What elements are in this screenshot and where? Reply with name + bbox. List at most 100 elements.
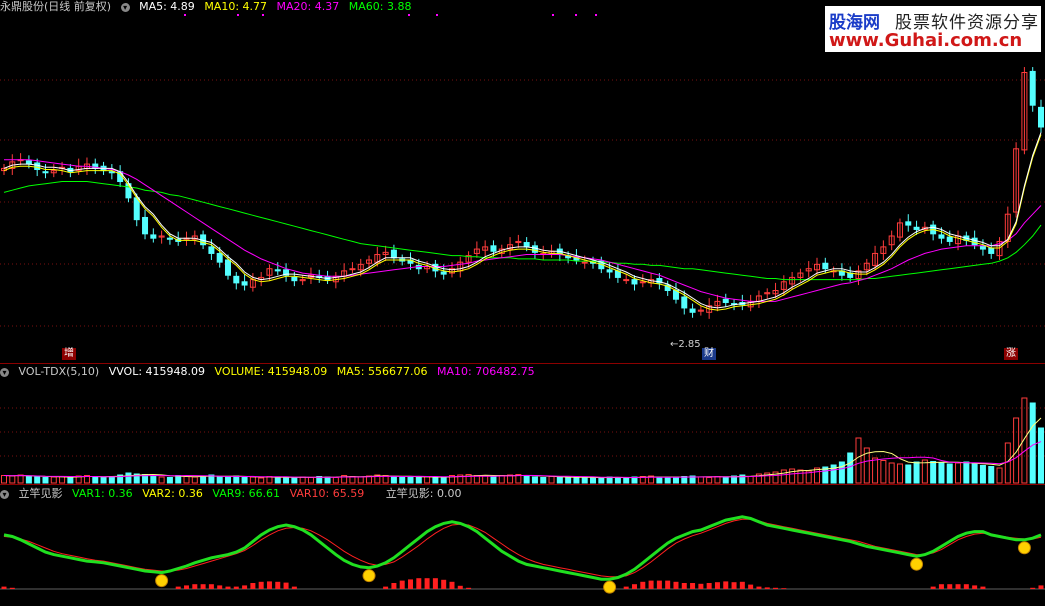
- smiley-icon: [155, 574, 169, 588]
- candle-body: [681, 296, 688, 309]
- volume-bar: [747, 476, 754, 484]
- signal-bar: [648, 580, 654, 589]
- volume-bar: [258, 477, 265, 484]
- smiley-icon: [603, 580, 617, 594]
- ma60-line: [3, 181, 1042, 281]
- volume-bar: [17, 474, 24, 484]
- signal-bar: [383, 586, 389, 589]
- signal-dot: [595, 14, 597, 16]
- volume-bar: [888, 462, 895, 484]
- smiley-icon: [362, 569, 376, 583]
- candle-body: [979, 245, 986, 250]
- price-pane[interactable]: 永鼎股份(日线 前复权) ▾ MA5: 4.89 MA10: 4.77 MA20…: [0, 0, 1045, 363]
- candle-body: [523, 242, 530, 248]
- signal-dot: [262, 14, 264, 16]
- signal-bar: [723, 581, 729, 589]
- volume-bar: [581, 476, 588, 484]
- signal-bar: [673, 581, 679, 589]
- signal-dot: [575, 14, 577, 16]
- volume-bar: [158, 476, 165, 484]
- logo-url: www.Guhai.com.cn: [829, 30, 1023, 51]
- signal-bar: [225, 586, 231, 589]
- signal-bar: [208, 584, 214, 589]
- volume-bar: [1038, 427, 1044, 484]
- indicator-chart[interactable]: [0, 485, 1045, 606]
- candle-body: [531, 245, 538, 253]
- signal-bar: [242, 585, 248, 589]
- volume-bar: [42, 477, 49, 484]
- volume-bar: [92, 476, 99, 484]
- signal-bar: [1, 586, 7, 589]
- candle-body: [913, 226, 920, 230]
- signal-bar: [399, 580, 405, 589]
- volume-bar: [67, 477, 74, 484]
- volume-bar: [482, 475, 489, 484]
- signal-bar: [623, 586, 629, 589]
- candle-body: [166, 237, 173, 240]
- volume-bar: [191, 476, 198, 484]
- volume-bar: [50, 476, 57, 484]
- volume-bar: [490, 476, 497, 484]
- volume-bar: [125, 472, 132, 484]
- candle-body: [216, 252, 223, 263]
- signal-bar: [391, 583, 397, 589]
- signal-bar: [756, 586, 762, 589]
- volume-bar: [1029, 402, 1036, 484]
- volume-bar: [249, 476, 256, 484]
- volume-bar: [540, 477, 547, 484]
- candle-body: [291, 276, 298, 282]
- signal-bar: [955, 584, 961, 589]
- volume-chart[interactable]: [0, 364, 1045, 484]
- candle-body: [938, 234, 945, 239]
- candlestick-chart[interactable]: [0, 0, 1045, 363]
- volume-bar: [880, 460, 887, 484]
- volume-pane[interactable]: ▾ VOL-TDX(5,10) VVOL: 415948.09 VOLUME: …: [0, 364, 1045, 484]
- volume-bar: [714, 476, 721, 484]
- candle-body: [224, 259, 231, 276]
- marker-zhang[interactable]: 涨: [1004, 348, 1018, 360]
- volume-bar: [307, 477, 314, 484]
- signal-bar: [972, 585, 978, 589]
- volume-bar: [672, 476, 679, 484]
- candle-body: [133, 197, 140, 221]
- volume-bar: [324, 476, 331, 484]
- volume-bar: [200, 475, 207, 484]
- volume-bar: [656, 477, 663, 484]
- candle-body: [623, 279, 630, 282]
- marker-cai[interactable]: 财: [702, 348, 716, 360]
- smiley-icon: [1017, 541, 1031, 555]
- signal-bar: [266, 581, 272, 589]
- volume-bar: [780, 469, 787, 484]
- candle-body: [208, 246, 215, 254]
- volume-bar: [59, 476, 66, 484]
- volume-bar: [150, 475, 157, 484]
- signal-bar: [258, 581, 264, 589]
- candle-body: [142, 216, 149, 235]
- signal-bar: [441, 579, 447, 589]
- candle-body: [490, 245, 497, 252]
- signal-dot: [408, 14, 410, 16]
- signal-dot: [436, 14, 438, 16]
- volume-bar: [407, 476, 414, 484]
- candle-body: [822, 262, 829, 270]
- volume-bar: [664, 477, 671, 484]
- candle-body: [34, 162, 41, 171]
- candle-body: [971, 237, 978, 246]
- low-price-value: 2.85: [678, 339, 701, 350]
- signal-bar: [947, 584, 953, 589]
- volume-bar: [855, 437, 862, 484]
- volume-bar: [498, 475, 505, 484]
- candle-body: [905, 221, 912, 226]
- volume-bar: [1, 475, 7, 484]
- signal-bar: [631, 584, 637, 589]
- indicator-pane[interactable]: ▾ 立竿见影 VAR1: 0.36 VAR2: 0.36 VAR9: 66.61…: [0, 485, 1045, 606]
- volume-bar: [233, 475, 240, 484]
- candle-body: [25, 160, 32, 165]
- volume-bar: [797, 469, 804, 484]
- volume-bar: [590, 477, 597, 484]
- volume-bar: [847, 452, 854, 484]
- marker-zeng[interactable]: 增: [62, 348, 76, 360]
- volume-bar: [697, 476, 704, 484]
- candle-body: [274, 269, 281, 272]
- volume-bar: [1013, 417, 1020, 484]
